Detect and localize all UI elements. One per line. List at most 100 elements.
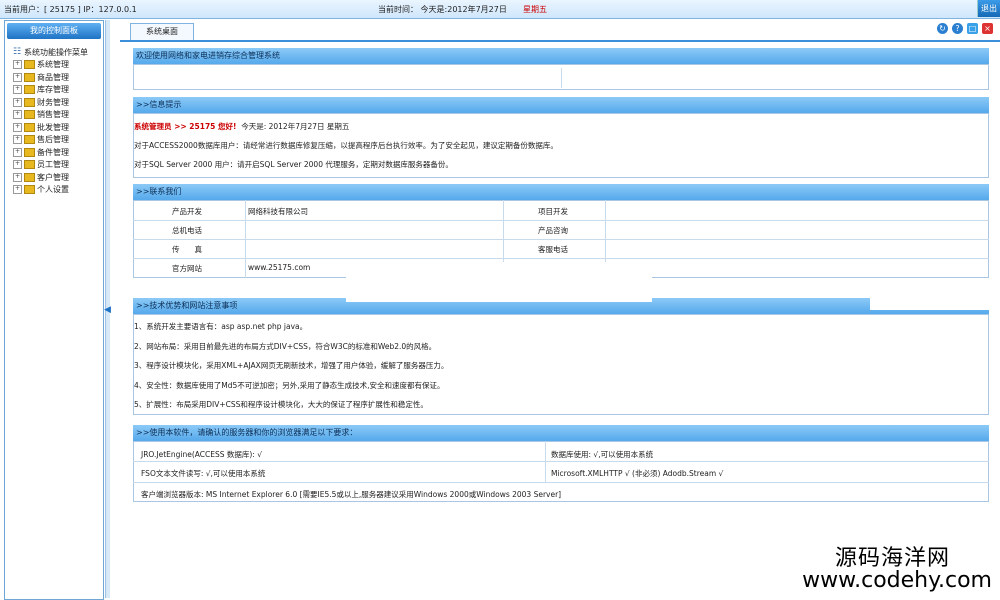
- expand-icon[interactable]: +: [13, 122, 22, 132]
- help-icon[interactable]: ?: [952, 23, 963, 34]
- contact-label: 传 真: [172, 245, 202, 254]
- top-bar: 当前用户：[ 25175 ] IP：127.0.0.1 当前时间： 今天是:20…: [0, 0, 1000, 19]
- watermark-url: www.codehy.com: [802, 568, 992, 593]
- divider: [133, 482, 989, 483]
- welcome-header: 欢迎使用网络和家电进销存综合管理系统: [133, 48, 989, 64]
- redaction-patch: [870, 280, 990, 310]
- sidebar-item-label: 员工管理: [37, 160, 69, 169]
- refresh-icon[interactable]: ↻: [937, 23, 948, 34]
- folder-icon: [24, 172, 35, 182]
- info-header: >>信息提示: [133, 97, 989, 113]
- sidebar-item[interactable]: + 员工管理: [13, 159, 69, 171]
- contact-label: 项目开发: [538, 207, 568, 216]
- access-note: 对于ACCESS2000数据库用户：请经常进行数据库修复压缩，以提高程序后台执行…: [134, 141, 558, 150]
- req-fso: FSO文本文件读写: √,可以使用本系统: [141, 469, 266, 478]
- logout-button[interactable]: 退出: [977, 0, 1000, 17]
- sidebar-item-label: 批发管理: [37, 122, 69, 132]
- divider: [245, 200, 246, 278]
- current-time: 当前时间： 今天是:2012年7月27日: [378, 5, 507, 14]
- user-info: 当前用户：[ 25175 ] IP：127.0.0.1: [4, 5, 137, 14]
- sidebar-item[interactable]: + 售后管理: [13, 134, 69, 146]
- sidebar-item-label: 备件管理: [37, 147, 69, 157]
- sidebar-item-label: 系统管理: [37, 60, 69, 69]
- divider: [545, 441, 546, 482]
- expand-icon[interactable]: +: [13, 160, 22, 169]
- requirements-header: >>使用本软件，请确认的服务器和你的浏览器满足以下要求：: [133, 425, 989, 441]
- expand-icon[interactable]: +: [13, 135, 22, 144]
- sidebar-item[interactable]: + 商品管理: [13, 72, 69, 84]
- sidebar-item[interactable]: + 系统管理: [13, 59, 69, 71]
- sidebar-item-label: 库存管理: [37, 85, 69, 94]
- redaction-patch: [346, 262, 652, 302]
- tech-item: 2、网站布局：采用目前最先进的布局方式DIV+CSS，符合W3C的标准和Web2…: [134, 341, 437, 351]
- greeting-date: 今天是: 2012年7月27日 星期五: [241, 122, 350, 131]
- tech-item: 1、系统开发主要语言有：asp asp.net php java。: [134, 322, 308, 331]
- tech-item: 4、安全性：数据库使用了Md5不可逆加密；另外,采用了静态生成技术,安全和速度都…: [134, 380, 445, 390]
- folder-icon: [24, 147, 35, 157]
- tab-desktop[interactable]: 系统桌面: [130, 23, 194, 40]
- tech-item: 5、扩展性：布局采用DIV+CSS和程序设计模块化，大大的保证了程序扩展性和稳定…: [134, 400, 428, 409]
- sidebar-item[interactable]: + 备件管理: [13, 147, 69, 159]
- divider: [561, 68, 562, 88]
- folder-icon: [24, 85, 35, 94]
- contact-value: 网络科技有限公司: [248, 207, 308, 216]
- divider: [133, 220, 989, 221]
- contact-label: 产品咨询: [538, 226, 568, 235]
- folder-icon: [24, 97, 35, 107]
- folder-icon: [24, 185, 35, 194]
- sidebar-item[interactable]: + 批发管理: [13, 122, 69, 134]
- folder-icon: [24, 135, 35, 144]
- folder-icon: [24, 160, 35, 169]
- contact-label: 官方网站: [172, 264, 202, 273]
- contact-label: 产品开发: [172, 207, 202, 216]
- sidebar-item-label: 个人设置: [37, 185, 69, 194]
- expand-icon[interactable]: +: [13, 185, 22, 194]
- expand-icon[interactable]: +: [13, 172, 22, 182]
- sidebar-item-label: 售后管理: [37, 135, 69, 144]
- folder-icon: [24, 110, 35, 119]
- sidebar-item[interactable]: + 客户管理: [13, 172, 69, 184]
- sidebar-item[interactable]: + 财务管理: [13, 97, 69, 109]
- close-icon[interactable]: ×: [982, 23, 993, 34]
- expand-icon[interactable]: +: [13, 60, 22, 69]
- sidebar-item[interactable]: + 销售管理: [13, 109, 69, 121]
- contact-value: www.25175.com: [248, 263, 311, 272]
- contact-label: 总机电话: [172, 226, 202, 235]
- tree-icon: ☷: [13, 47, 22, 57]
- restore-icon[interactable]: □: [967, 23, 978, 34]
- sidebar-item[interactable]: + 个人设置: [13, 184, 69, 196]
- req-db: 数据库使用: √,可以使用本系统: [551, 450, 654, 459]
- sidebar: 我的控制面板 ☷ 系统功能操作菜单 + 系统管理 + 商品管理 + 库存管理 + 财务管理 + 销售…: [4, 20, 104, 600]
- greeting: 系统管理员 >> 25175 您好! 今天是: 2012年7月27日 星期五: [134, 121, 349, 132]
- req-jro: JRO.JetEngine(ACCESS 数据库): √: [141, 450, 263, 459]
- expand-icon[interactable]: +: [13, 97, 22, 107]
- expand-icon[interactable]: +: [13, 147, 22, 157]
- sidebar-item-label: 财务管理: [37, 97, 69, 107]
- folder-icon: [24, 60, 35, 69]
- contact-header: >>联系我们: [133, 184, 989, 200]
- tech-item: 3、程序设计模块化，采用XML+AJAX网页无刷新技术，增强了用户体验，缓解了服…: [134, 361, 449, 370]
- divider: [133, 239, 989, 240]
- folder-icon: [24, 72, 35, 82]
- divider: [133, 258, 989, 259]
- expand-icon[interactable]: +: [13, 72, 22, 82]
- sqlserver-note: 对于SQL Server 2000 用户：请开启SQL Server 2000 …: [134, 160, 453, 169]
- req-browser: 客户端浏览器版本: MS Internet Explorer 6.0 [需要IE…: [141, 490, 562, 499]
- sidebar-title: 我的控制面板: [7, 23, 101, 39]
- expand-icon[interactable]: +: [13, 110, 22, 119]
- sidebar-item-label: 客户管理: [37, 172, 69, 182]
- req-xmlhttp: Microsoft.XMLHTTP √ (非必须) Adodb.Stream √: [551, 469, 724, 478]
- divider: [133, 461, 989, 462]
- tab-strip: 系统桌面 ↻ ? □ ×: [120, 20, 1000, 42]
- current-weekday: 星期五: [523, 5, 547, 14]
- sidebar-item-label: 商品管理: [37, 72, 69, 82]
- menu-root[interactable]: ☷ 系统功能操作菜单: [13, 47, 88, 58]
- greeting-role: 系统管理员 >> 25175 您好!: [134, 122, 237, 131]
- folder-icon: [24, 122, 35, 132]
- menu-root-label: 系统功能操作菜单: [24, 48, 88, 57]
- sidebar-item[interactable]: + 库存管理: [13, 84, 69, 96]
- sidebar-item-label: 销售管理: [37, 110, 69, 119]
- contact-label: 客服电话: [538, 245, 568, 254]
- expand-icon[interactable]: +: [13, 85, 22, 94]
- collapse-arrow-icon[interactable]: ◀: [104, 305, 111, 317]
